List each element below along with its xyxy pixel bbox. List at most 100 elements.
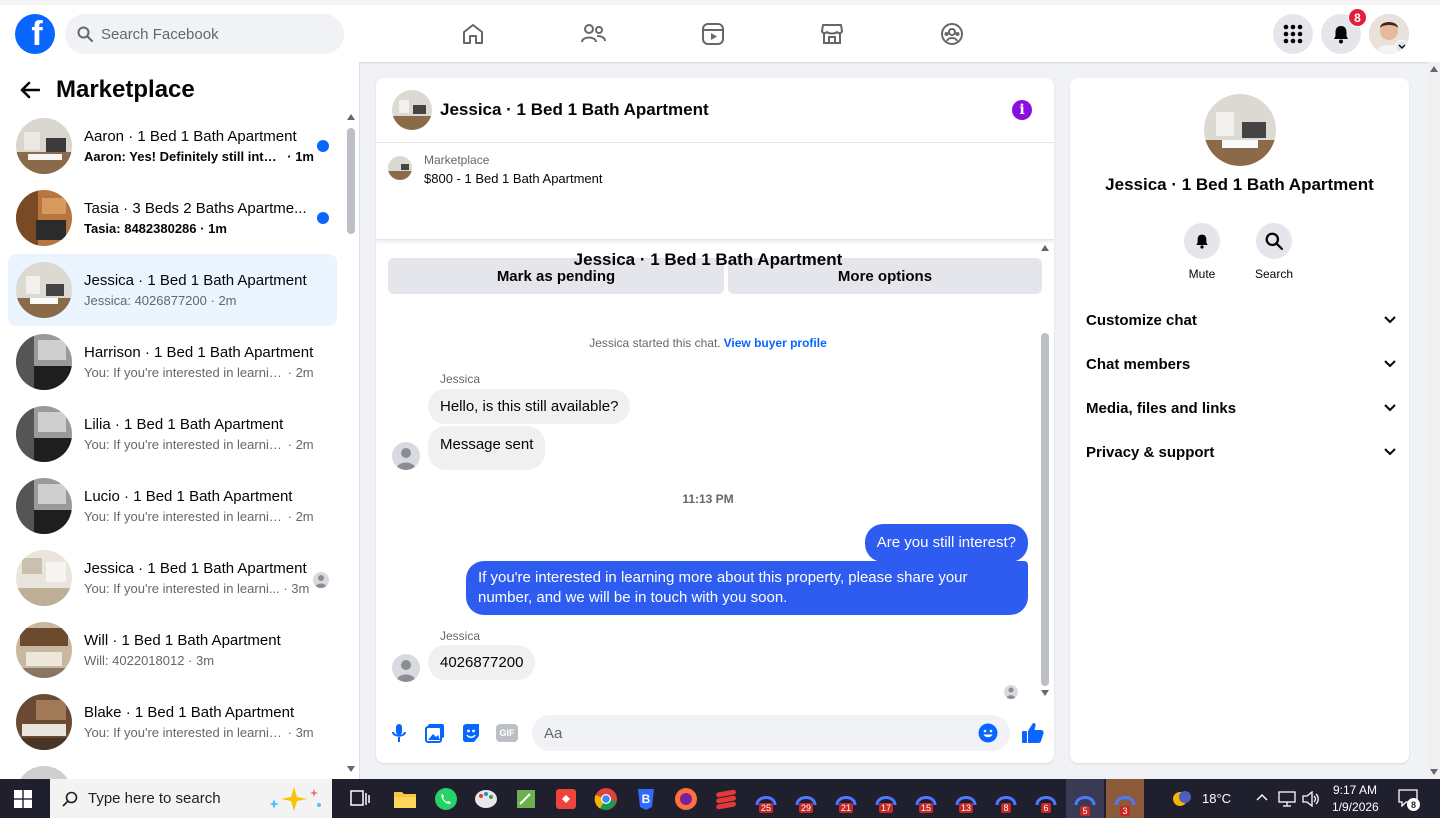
conversation-item-active[interactable]: Jessica · 1 Bed 1 Bath Apartment Jessica:… — [8, 254, 337, 326]
firefox-icon[interactable] — [670, 783, 702, 815]
notification-badge: 8 — [1348, 8, 1367, 27]
task-view-icon[interactable] — [344, 783, 376, 815]
message-incoming[interactable]: Message sent — [428, 426, 546, 470]
conversation-item[interactable]: Harrison · 1 Bed 1 Bath Apartment You: If… — [8, 326, 337, 398]
sticker-icon[interactable] — [460, 722, 482, 744]
section-chat-members[interactable]: Chat members — [1086, 344, 1396, 384]
account-chevron-icon[interactable] — [1395, 40, 1409, 54]
message-input[interactable] — [544, 724, 964, 742]
photo-icon[interactable] — [424, 722, 446, 744]
window-scrollbar[interactable] — [1428, 62, 1440, 779]
notifications-button[interactable]: 8 — [1321, 8, 1367, 54]
app-window-icon[interactable]: 21 — [830, 783, 862, 815]
file-explorer-icon[interactable] — [389, 783, 421, 815]
gif-icon[interactable]: GIF — [496, 724, 518, 742]
conversation-item-partial[interactable] — [8, 758, 337, 779]
section-label: Customize chat — [1086, 311, 1197, 329]
thumbs-up-icon[interactable] — [1020, 720, 1046, 746]
message-outgoing[interactable]: If you're interested in learning more ab… — [466, 561, 1028, 615]
app-window-icon[interactable]: 25 — [750, 783, 782, 815]
details-avatar[interactable] — [1204, 94, 1276, 166]
app-window-icon[interactable]: 3 — [1106, 779, 1144, 818]
chrome-icon[interactable] — [590, 783, 622, 815]
search-bar[interactable] — [65, 14, 344, 54]
scroll-down-arrow-icon[interactable] — [1430, 769, 1438, 775]
message-outgoing[interactable]: Are you still interest? — [864, 524, 1028, 562]
app-window-icon[interactable]: 17 — [870, 783, 902, 815]
conversation-item[interactable]: Lilia · 1 Bed 1 Bath Apartment You: If yo… — [8, 398, 337, 470]
chat-avatar[interactable] — [392, 90, 432, 130]
app-count-badge: 21 — [838, 803, 853, 813]
message-incoming[interactable]: Hello, is this still available? — [428, 389, 631, 424]
taskbar-search[interactable]: Type here to search — [50, 779, 332, 818]
stacked-app-icon[interactable] — [710, 783, 742, 815]
conversation-item[interactable]: Tasia · 3 Beds 2 Baths Apartme... Tasia: … — [8, 182, 337, 254]
message-timestamp: 11:13 PM — [682, 492, 734, 506]
conversation-item[interactable]: Jessica · 1 Bed 1 Bath Apartment You: If … — [8, 542, 337, 614]
clock-date[interactable]: 1/9/2026 — [1332, 800, 1379, 814]
app-window-icon[interactable]: 6 — [1030, 783, 1062, 815]
listing-thumbnail — [16, 694, 72, 750]
network-icon[interactable] — [1278, 791, 1296, 807]
emoji-icon[interactable] — [978, 723, 998, 743]
conversation-item[interactable]: Aaron · 1 Bed 1 Bath Apartment Aaron: Yes… — [8, 110, 337, 182]
message-input-box[interactable] — [532, 715, 1010, 751]
scroll-up-arrow-icon[interactable] — [347, 114, 355, 120]
scroll-down-arrow-icon[interactable] — [347, 766, 355, 772]
scroll-down-arrow-icon[interactable] — [1041, 690, 1049, 696]
app-window-icon[interactable]: 8 — [990, 783, 1022, 815]
conversation-item[interactable]: Lucio · 1 Bed 1 Bath Apartment You: If yo… — [8, 470, 337, 542]
action-center-icon[interactable]: 8 — [1398, 789, 1420, 811]
unread-dot — [317, 140, 329, 152]
sidebar-scrollbar[interactable] — [347, 128, 355, 234]
anydesk-icon[interactable] — [550, 783, 582, 815]
notepad-app-icon[interactable] — [510, 783, 542, 815]
message-incoming[interactable]: 4026877200 — [428, 645, 536, 680]
chat-scrollbar[interactable] — [1041, 333, 1049, 686]
conversation-snippet: You: If you're interested in learning... — [84, 437, 284, 452]
marketplace-icon[interactable] — [815, 17, 849, 51]
scroll-up-arrow-icon[interactable] — [1041, 245, 1049, 251]
paint-app-icon[interactable] — [470, 783, 502, 815]
microphone-icon[interactable] — [388, 722, 410, 744]
mute-action[interactable]: Mute — [1172, 223, 1232, 281]
back-arrow-icon[interactable] — [20, 81, 40, 99]
info-icon[interactable]: i — [1012, 100, 1032, 120]
chat-started-note: Jessica started this chat. View buyer pro… — [376, 336, 1040, 350]
conversation-item[interactable]: Blake · 1 Bed 1 Bath Apartment You: If yo… — [8, 686, 337, 758]
section-privacy-support[interactable]: Privacy & support — [1086, 432, 1396, 472]
facebook-logo[interactable]: f — [15, 14, 55, 54]
app-window-icon[interactable]: 13 — [950, 783, 982, 815]
volume-icon[interactable] — [1302, 791, 1320, 807]
conversation-item[interactable]: Will · 1 Bed 1 Bath Apartment Will: 40220… — [8, 614, 337, 686]
search-action[interactable]: Search — [1244, 223, 1304, 281]
app-window-icon-active[interactable]: 5 — [1066, 779, 1104, 818]
conversation-time: · 3m — [283, 581, 310, 596]
groups-icon[interactable] — [935, 17, 969, 51]
chat-panel: Jessica · 1 Bed 1 Bath Apartment i Marke… — [376, 78, 1054, 763]
windows-start-icon[interactable] — [14, 790, 32, 808]
home-icon[interactable] — [456, 17, 490, 51]
section-media-files-links[interactable]: Media, files and links — [1086, 388, 1396, 428]
chevron-up-icon[interactable] — [1256, 793, 1268, 801]
listing-price[interactable]: $800 - 1 Bed 1 Bath Apartment — [424, 171, 603, 186]
conversation-time: · 2m — [287, 509, 314, 524]
weather-icon[interactable] — [1166, 783, 1198, 815]
section-customize-chat[interactable]: Customize chat — [1086, 300, 1396, 340]
friends-icon[interactable] — [576, 17, 610, 51]
whatsapp-icon[interactable] — [430, 783, 462, 815]
weather-temp[interactable]: 18°C — [1202, 791, 1231, 806]
clock-time[interactable]: 9:17 AM — [1333, 783, 1377, 797]
profile-avatar[interactable] — [1369, 14, 1409, 54]
browser-b-icon[interactable]: B — [630, 783, 662, 815]
video-icon[interactable] — [696, 17, 730, 51]
scroll-up-arrow-icon[interactable] — [1430, 66, 1438, 72]
menu-grid-button[interactable] — [1273, 14, 1313, 54]
chevron-down-icon — [1384, 404, 1396, 412]
app-window-icon[interactable]: 15 — [910, 783, 942, 815]
view-buyer-profile-link[interactable]: View buyer profile — [724, 336, 827, 350]
app-window-icon[interactable]: 29 — [790, 783, 822, 815]
search-input[interactable] — [101, 25, 321, 43]
top-navbar: f 8 — [0, 0, 1440, 62]
chat-title[interactable]: Jessica · 1 Bed 1 Bath Apartment — [440, 100, 709, 120]
